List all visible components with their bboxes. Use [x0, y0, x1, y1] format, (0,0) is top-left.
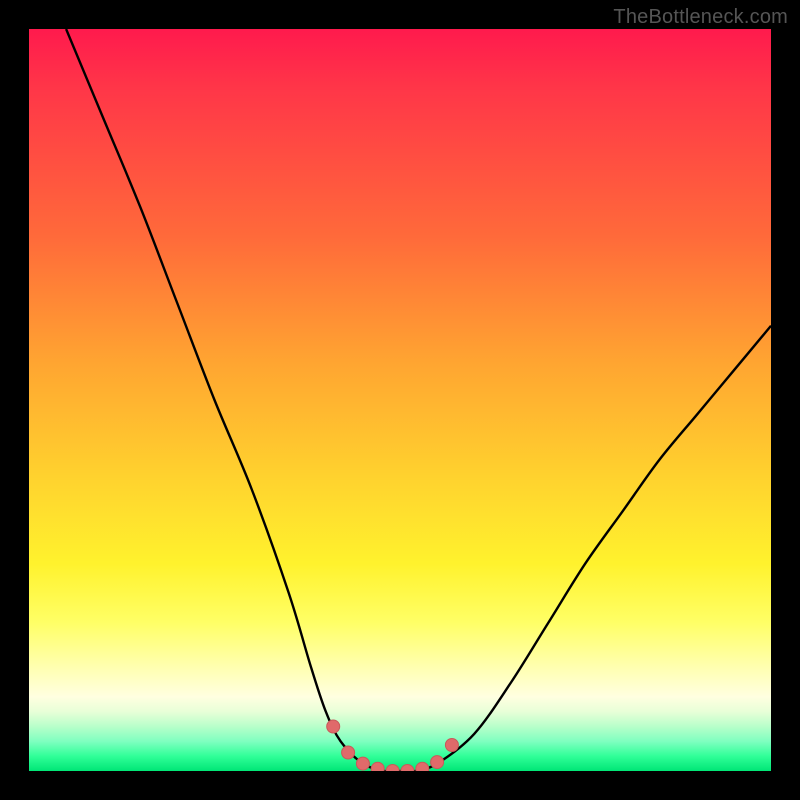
- trough-marker-dot: [416, 762, 429, 771]
- trough-marker-dot: [327, 720, 340, 733]
- trough-markers: [327, 720, 459, 771]
- watermark-text: TheBottleneck.com: [613, 6, 788, 29]
- chart-stage: TheBottleneck.com: [0, 0, 800, 800]
- plot-area: [29, 29, 771, 771]
- trough-marker-dot: [371, 762, 384, 771]
- trough-marker-dot: [386, 765, 399, 772]
- trough-marker-dot: [356, 757, 369, 770]
- trough-marker-dot: [431, 756, 444, 769]
- trough-marker-dot: [342, 746, 355, 759]
- curve-line: [66, 29, 771, 771]
- trough-marker-dot: [401, 765, 414, 772]
- trough-marker-dot: [445, 739, 458, 752]
- bottleneck-curve: [29, 29, 771, 771]
